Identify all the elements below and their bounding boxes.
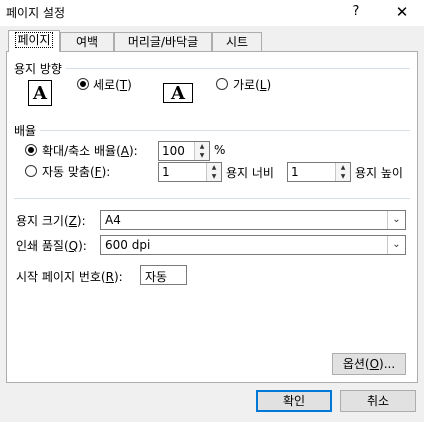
spin-up-icon[interactable]: ▲ [207,163,221,172]
pages-wide-label: 용지 너비 [226,166,274,180]
landscape-icon-letter: A [171,83,185,104]
paper-size-dropdown[interactable]: A4 ⌄ [100,210,406,230]
spin-down-icon[interactable]: ▼ [336,172,350,181]
tab-sheet[interactable]: 시트 [212,32,262,51]
fit-pages-tall-value: 1 [291,165,299,179]
pages-tall-label: 용지 높이 [355,166,403,180]
scale-percent-spinner[interactable]: 100 ▲ ▼ [158,141,210,161]
print-quality-value: 600 dpi [105,238,151,252]
tab-sheet-label: 시트 [225,35,249,49]
fit-to-label[interactable]: 자동 맞춤(F): [42,163,110,180]
tab-header-footer-label: 머리글/바닥글 [127,35,199,49]
portrait-icon-letter: A [33,83,47,104]
help-icon[interactable]: ? [346,2,366,22]
window-title: 페이지 설정 [6,6,66,20]
landscape-radio[interactable] [216,78,228,90]
portrait-radio[interactable] [77,78,89,90]
adjust-to-label[interactable]: 확대/축소 배율(A): [42,142,138,159]
tab-margins[interactable]: 여백 [60,32,114,51]
scale-percent-value: 100 [162,144,185,158]
fit-wide-spinner-arrows[interactable]: ▲ ▼ [206,163,221,181]
paper-size-label: 용지 크기(Z): [16,214,86,228]
ok-button[interactable]: 확인 [256,390,332,412]
scaling-bottom-separator [14,198,410,199]
percent-unit: % [214,143,226,157]
print-quality-label: 인쇄 품질(Q): [16,239,87,253]
scaling-group-title: 배율 [14,122,41,139]
print-quality-dropdown[interactable]: 600 dpi ⌄ [100,235,406,255]
first-page-number-input[interactable]: 자동 [140,265,187,285]
tab-margins-label: 여백 [75,35,99,49]
tab-page-label: 페이지 [15,32,53,48]
fit-pages-wide-spinner[interactable]: 1 ▲ ▼ [158,162,222,182]
paper-size-value: A4 [105,213,121,227]
chevron-down-icon[interactable]: ⌄ [387,211,405,229]
close-icon[interactable]: ✕ [390,2,414,22]
fit-to-radio[interactable] [25,165,37,177]
scaling-separator [14,130,410,131]
fit-pages-tall-spinner[interactable]: 1 ▲ ▼ [287,162,351,182]
chevron-down-icon[interactable]: ⌄ [387,236,405,254]
cancel-button[interactable]: 취소 [340,390,416,412]
spin-up-icon[interactable]: ▲ [195,142,209,151]
landscape-page-icon: A [163,83,193,104]
adjust-to-radio[interactable] [25,144,37,156]
fit-tall-spinner-arrows[interactable]: ▲ ▼ [335,163,350,181]
spin-down-icon[interactable]: ▼ [207,172,221,181]
landscape-label[interactable]: 가로(L) [233,76,271,93]
portrait-page-icon: A [28,80,52,106]
options-button[interactable]: 옵션(O)... [332,353,406,375]
spin-up-icon[interactable]: ▲ [336,163,350,172]
orientation-group-title: 용지 방향 [14,60,66,77]
tab-header-footer[interactable]: 머리글/바닥글 [114,32,212,51]
portrait-label[interactable]: 세로(T) [93,76,132,93]
first-page-number-label: 시작 페이지 번호(R): [16,270,123,284]
scale-spinner-arrows[interactable]: ▲ ▼ [194,142,209,160]
orientation-separator [14,68,410,69]
fit-pages-wide-value: 1 [162,165,170,179]
tab-page[interactable]: 페이지 [8,30,60,52]
spin-down-icon[interactable]: ▼ [195,151,209,160]
